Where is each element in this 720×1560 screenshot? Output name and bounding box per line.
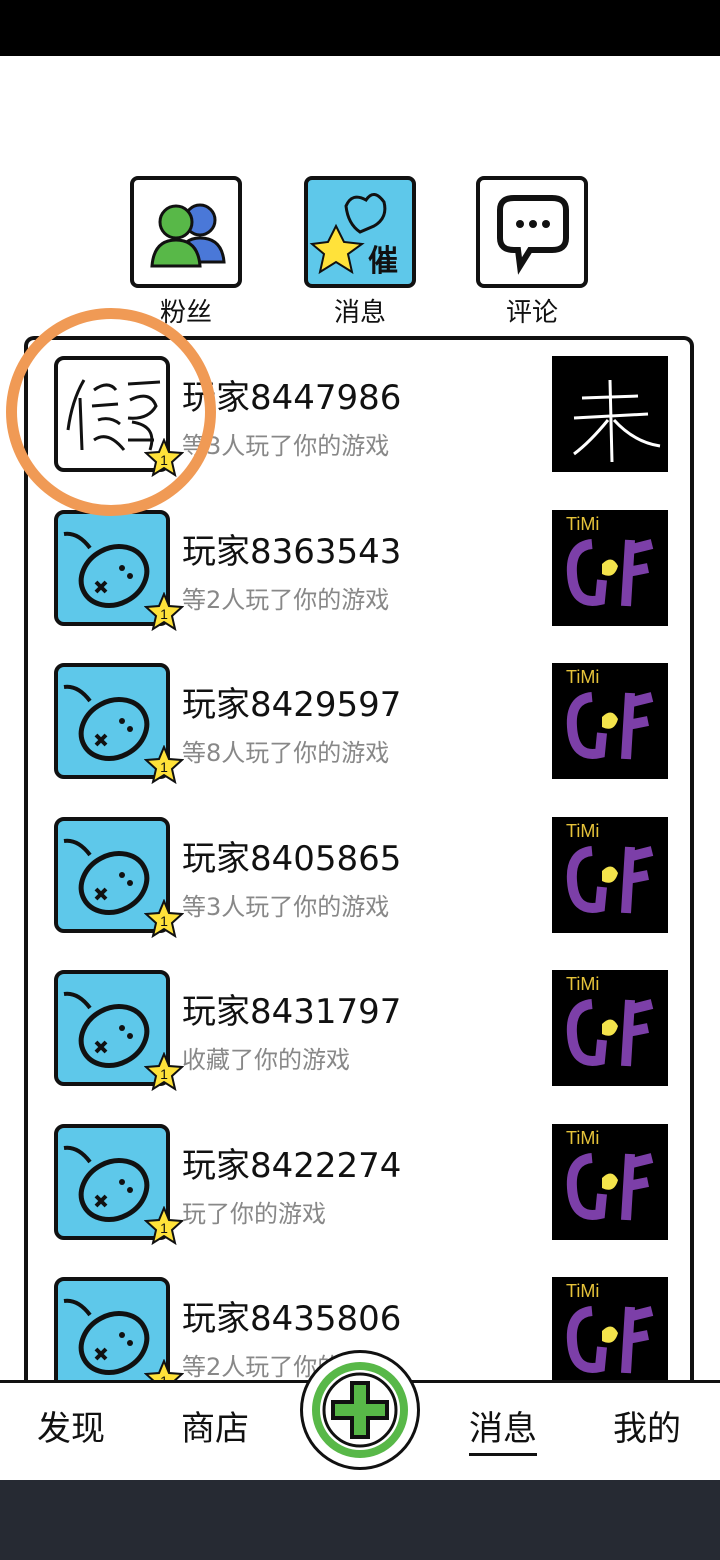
message-text: 玩了你的游戏: [182, 1199, 326, 1228]
comment-bubble-icon: [497, 195, 569, 275]
game-thumbnail[interactable]: TiMi: [552, 1123, 668, 1240]
create-button[interactable]: [300, 1350, 420, 1470]
message-text: 等3人玩了你的游戏: [182, 892, 390, 921]
level-number: 1: [160, 1066, 168, 1082]
tab-messages-label: 消息: [333, 298, 386, 328]
level-number: 1: [160, 759, 168, 775]
level-badge: 1: [143, 744, 185, 785]
level-star-icon: 1: [143, 744, 185, 785]
plus-icon: [312, 1362, 408, 1458]
player-name[interactable]: 玩家8422274: [182, 1138, 401, 1187]
game-thumbnail[interactable]: TiMi: [552, 816, 668, 933]
message-row[interactable]: 1 玩家8405865 等3人玩了你的游戏 TiMi: [28, 801, 690, 955]
level-star-icon: 1: [143, 590, 185, 631]
player-name[interactable]: 玩家8405865: [182, 831, 401, 880]
level-number: 1: [160, 1220, 168, 1236]
level-star-icon: 1: [143, 1051, 185, 1092]
level-badge: 1: [143, 590, 185, 632]
player-name[interactable]: 玩家8431797: [182, 984, 401, 1033]
level-star-icon: 1: [143, 897, 185, 938]
message-row[interactable]: 1 玩家8363543 等2人玩了你的游戏 TiMi: [28, 494, 690, 648]
level-number: 1: [160, 913, 168, 929]
game-thumbnail[interactable]: [552, 356, 668, 472]
level-badge: 1: [143, 437, 185, 478]
nav-messages[interactable]: 消息: [438, 1401, 568, 1456]
timi-gf-thumbnail-image: TiMi: [566, 514, 654, 606]
tab-fans-label: 粉丝: [159, 298, 212, 328]
svg-text:TiMi: TiMi: [566, 514, 599, 534]
level-star-icon: 1: [143, 437, 185, 478]
svg-text:TiMi: TiMi: [566, 974, 599, 994]
timi-gf-thumbnail-image: TiMi: [566, 974, 654, 1067]
message-row[interactable]: 1 玩家8447986 等3人玩了你的游戏: [28, 340, 690, 494]
message-list[interactable]: 1 玩家8447986 等3人玩了你的游戏 1 玩家8363543 等2人玩了你的游戏 …: [24, 336, 694, 1436]
timi-gf-thumbnail-image: TiMi: [566, 821, 654, 913]
system-nav-bar: [0, 1480, 720, 1560]
handwritten-thumbnail-image: [573, 379, 661, 463]
level-number: 1: [160, 606, 168, 622]
tab-fans[interactable]: [130, 176, 242, 288]
player-name[interactable]: 玩家8447986: [182, 370, 401, 419]
timi-gf-thumbnail-image: TiMi: [566, 1281, 654, 1374]
nav-discover[interactable]: 发现: [6, 1401, 136, 1450]
tab-comments[interactable]: [476, 176, 588, 288]
game-thumbnail[interactable]: TiMi: [552, 1277, 668, 1393]
urge-badge: 催: [368, 244, 398, 279]
level-star-icon: 1: [143, 1204, 185, 1245]
tab-messages[interactable]: 催: [304, 176, 416, 288]
game-thumbnail[interactable]: TiMi: [552, 663, 668, 779]
svg-text:TiMi: TiMi: [566, 1128, 599, 1148]
player-name[interactable]: 玩家8363543: [182, 524, 401, 573]
message-text: 收藏了你的游戏: [182, 1046, 350, 1074]
message-row[interactable]: 1 玩家8431797 收藏了你的游戏 TiMi: [28, 954, 690, 1108]
fans-icon: [150, 203, 226, 268]
nav-mine[interactable]: 我的: [582, 1401, 712, 1450]
level-number: 1: [160, 452, 168, 468]
game-thumbnail[interactable]: TiMi: [552, 970, 668, 1086]
level-badge: 1: [143, 897, 185, 939]
level-badge: 1: [143, 1051, 185, 1092]
svg-text:TiMi: TiMi: [566, 1281, 599, 1301]
svg-text:TiMi: TiMi: [566, 821, 599, 841]
player-name[interactable]: 玩家8429597: [182, 677, 401, 726]
level-badge: 1: [143, 1204, 185, 1246]
timi-gf-thumbnail-image: TiMi: [566, 667, 654, 760]
tab-comments-label: 评论: [505, 298, 558, 328]
message-text: 等2人玩了你的游戏: [182, 585, 390, 614]
timi-gf-thumbnail-image: TiMi: [566, 1128, 654, 1220]
message-row[interactable]: 1 玩家8422274 玩了你的游戏 TiMi: [28, 1108, 690, 1262]
message-text: 等8人玩了你的游戏: [182, 739, 390, 767]
game-thumbnail[interactable]: TiMi: [552, 509, 668, 626]
nav-store[interactable]: 商店: [150, 1401, 280, 1450]
status-bar: [0, 0, 720, 56]
message-text: 等3人玩了你的游戏: [182, 432, 390, 460]
svg-text:TiMi: TiMi: [566, 667, 599, 687]
player-name[interactable]: 玩家8435806: [182, 1291, 401, 1340]
message-row[interactable]: 1 玩家8429597 等8人玩了你的游戏 TiMi: [28, 647, 690, 801]
